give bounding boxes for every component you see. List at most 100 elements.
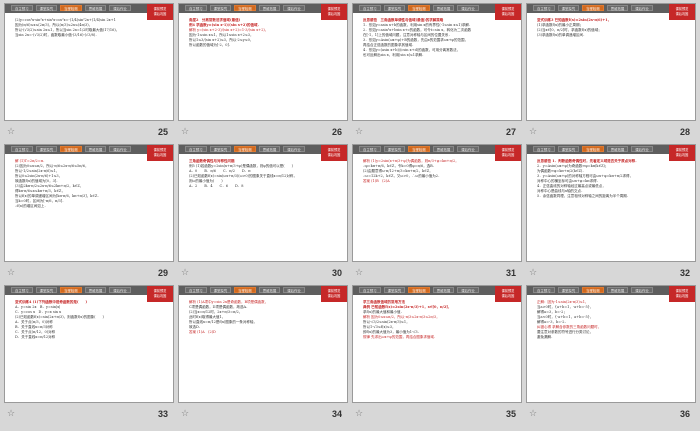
slide-nav-tab[interactable]: 自主预习	[533, 5, 555, 11]
slide-nav-tab[interactable]: 自主预习	[359, 146, 381, 152]
slide-thumbnail[interactable]: 自主预习 课堂探究 当堂检测 思维拓展 课后作业 课前预览 课后巩固 求三角函数值域的常…	[352, 285, 522, 403]
slide-nav-tab[interactable]: 思维拓展	[84, 287, 107, 293]
slide-nav-tab[interactable]: 自主预习	[11, 287, 33, 293]
slide-body: 三角函数奇偶性与对称性问题 例5 (1)若函数y=2sin(x+π/3+φ)是偶函…	[189, 159, 327, 255]
slide-nav-tab[interactable]: 当堂检测	[408, 146, 430, 152]
slide-nav-tab[interactable]: 思维拓展	[432, 146, 455, 152]
slide-nav-tab[interactable]: 自主预习	[185, 146, 207, 152]
slide-thumbnail[interactable]: 自主预习 课堂探究 当堂检测 思维拓展 课后作业 课前预览 课后巩固 解析 (1)y=2…	[352, 144, 522, 262]
slide-thumbnail[interactable]: 自主预习 课堂探究 当堂检测 思维拓展 课后作业 课前预览 课后巩固 三角函数奇偶性与对…	[178, 144, 348, 262]
slide-nav-tab[interactable]: 课堂探究	[383, 5, 406, 11]
slide-nav-tab[interactable]: 课堂探究	[383, 146, 406, 152]
star-icon[interactable]: ☆	[181, 127, 189, 137]
slide-nav-tab[interactable]: 当堂检测	[60, 287, 82, 293]
slide-nav-tab[interactable]: 课堂探究	[35, 146, 58, 152]
slide-thumbnail-cell-31[interactable]: 自主预习 课堂探究 当堂检测 思维拓展 课后作业 课前预览 课后巩固 解析 (1)y=2…	[352, 144, 522, 285]
star-icon[interactable]: ☆	[529, 409, 537, 419]
slide-nav-tab[interactable]: 课后作业	[283, 5, 305, 11]
slide-nav-tab[interactable]: 课后作业	[109, 5, 131, 11]
slide-nav-tab[interactable]: 课后作业	[457, 146, 479, 152]
slide-thumbnail-cell-34[interactable]: 自主预习 课堂探究 当堂检测 思维拓展 课后作业 课前预览 课后巩固 解析 (1)A项中…	[178, 285, 348, 426]
slide-info-strip: ☆ 27	[352, 124, 522, 141]
slide-thumbnail[interactable]: 自主预习 课堂探究 当堂检测 思维拓展 课后作业 课前预览 课后巩固 解 (1)T=2π…	[4, 144, 174, 262]
slide-nav-tab[interactable]: 自主预习	[11, 5, 33, 11]
slide-thumbnail[interactable]: 自主预习 课堂探究 当堂检测 思维拓展 课后作业 课前预览 课后巩固 (2)y=cos²…	[4, 3, 174, 121]
slide-nav-tab[interactable]: 课后作业	[283, 287, 305, 293]
slide-thumbnail[interactable]: 自主预习 课堂探究 当堂检测 思维拓展 课后作业 课前预览 课后巩固 角度2 分离常数法…	[178, 3, 348, 121]
star-icon[interactable]: ☆	[7, 268, 15, 278]
slide-nav-tab[interactable]: 思维拓展	[432, 5, 455, 11]
slide-nav-tab[interactable]: 课后作业	[631, 146, 653, 152]
slide-thumbnail-cell-30[interactable]: 自主预习 课堂探究 当堂检测 思维拓展 课后作业 课前预览 课后巩固 三角函数奇偶性与对…	[178, 144, 348, 285]
slide-nav-tab[interactable]: 课堂探究	[209, 287, 232, 293]
slide-thumbnail-cell-28[interactable]: 自主预习 课堂探究 当堂检测 思维拓展 课后作业 课前预览 课后巩固 变式训练3 已知函…	[526, 3, 696, 144]
slide-nav-tabs: 自主预习 课堂探究 当堂检测 思维拓展 课后作业	[185, 146, 305, 152]
star-icon[interactable]: ☆	[355, 409, 363, 419]
slide-nav-tab[interactable]: 思维拓展	[606, 146, 629, 152]
slide-nav-tab[interactable]: 课后作业	[631, 287, 653, 293]
slide-nav-tab[interactable]: 思维拓展	[84, 146, 107, 152]
slide-nav-tab[interactable]: 思维拓展	[84, 5, 107, 11]
slide-nav-tab[interactable]: 思维拓展	[258, 146, 281, 152]
star-icon[interactable]: ☆	[7, 127, 15, 137]
slide-nav-tab[interactable]: 课堂探究	[383, 287, 406, 293]
star-icon[interactable]: ☆	[529, 127, 537, 137]
slide-nav-tab[interactable]: 课后作业	[457, 287, 479, 293]
slide-nav-tab[interactable]: 课堂探究	[557, 287, 580, 293]
slide-nav-tab[interactable]: 自主预习	[359, 287, 381, 293]
slide-nav-tab[interactable]: 当堂检测	[60, 5, 82, 11]
star-icon[interactable]: ☆	[355, 268, 363, 278]
slide-thumbnail-cell-33[interactable]: 自主预习 课堂探究 当堂检测 思维拓展 课后作业 课前预览 课后巩固 变式训练4 (1)…	[4, 285, 174, 426]
slide-nav-tab[interactable]: 课堂探究	[209, 5, 232, 11]
slide-thumbnail-cell-26[interactable]: 自主预习 课堂探究 当堂检测 思维拓展 课后作业 课前预览 课后巩固 角度2 分离常数法…	[178, 3, 348, 144]
slide-thumbnail-cell-27[interactable]: 自主预习 课堂探究 当堂检测 思维拓展 课后作业 课前预览 课后巩固 反思感悟 三角函数…	[352, 3, 522, 144]
slide-nav-tab[interactable]: 课堂探究	[35, 5, 58, 11]
slide-thumbnail-cell-32[interactable]: 自主预习 课堂探究 当堂检测 思维拓展 课后作业 课前预览 课后巩固 反思感悟 1．判断…	[526, 144, 696, 285]
star-icon[interactable]: ☆	[529, 268, 537, 278]
slide-nav-tab[interactable]: 思维拓展	[606, 5, 629, 11]
slide-nav-tab[interactable]: 课后作业	[283, 146, 305, 152]
slide-nav-tab[interactable]: 自主预习	[359, 5, 381, 11]
star-icon[interactable]: ☆	[355, 127, 363, 137]
slide-nav-tab[interactable]: 当堂检测	[408, 287, 430, 293]
slide-nav-tab[interactable]: 思维拓展	[606, 287, 629, 293]
slide-nav-tab[interactable]: 当堂检测	[582, 146, 604, 152]
slide-nav-tab[interactable]: 课后作业	[109, 146, 131, 152]
slide-thumbnail[interactable]: 自主预习 课堂探究 当堂检测 思维拓展 课后作业 课前预览 课后巩固 反思感悟 三角函数…	[352, 3, 522, 121]
slide-nav-tab[interactable]: 当堂检测	[582, 287, 604, 293]
slide-thumbnail-cell-29[interactable]: 自主预习 课堂探究 当堂检测 思维拓展 课后作业 课前预览 课后巩固 解 (1)T=2π…	[4, 144, 174, 285]
slide-thumbnail-cell-35[interactable]: 自主预习 课堂探究 当堂检测 思维拓展 课后作业 课前预览 课后巩固 求三角函数值域的常…	[352, 285, 522, 426]
slide-nav-tab[interactable]: 课堂探究	[35, 287, 58, 293]
slide-nav-tab[interactable]: 思维拓展	[432, 287, 455, 293]
slide-nav-tab[interactable]: 课堂探究	[557, 5, 580, 11]
star-icon[interactable]: ☆	[7, 409, 15, 419]
slide-info-strip: ☆ 25	[4, 124, 174, 141]
slide-nav-tab[interactable]: 当堂检测	[408, 5, 430, 11]
slide-thumbnail[interactable]: 自主预习 课堂探究 当堂检测 思维拓展 课后作业 课前预览 课后巩固 变式训练4 (1)…	[4, 285, 174, 403]
star-icon[interactable]: ☆	[181, 268, 189, 278]
slide-thumbnail-cell-36[interactable]: 自主预习 课堂探究 当堂检测 思维拓展 课后作业 课前预览 课后巩固 正解：因为-1≤s…	[526, 285, 696, 426]
slide-nav-tab[interactable]: 自主预习	[11, 146, 33, 152]
slide-nav-tab[interactable]: 课后作业	[109, 287, 131, 293]
slide-nav-tab[interactable]: 课后作业	[457, 5, 479, 11]
slide-nav-tab[interactable]: 当堂检测	[234, 146, 256, 152]
slide-nav-tab[interactable]: 课堂探究	[209, 146, 232, 152]
slide-thumbnail[interactable]: 自主预习 课堂探究 当堂检测 思维拓展 课后作业 课前预览 课后巩固 反思感悟 1．判断…	[526, 144, 696, 262]
slide-nav-tab[interactable]: 自主预习	[185, 287, 207, 293]
slide-thumbnail[interactable]: 自主预习 课堂探究 当堂检测 思维拓展 课后作业 课前预览 课后巩固 解析 (1)A项中…	[178, 285, 348, 403]
slide-thumbnail[interactable]: 自主预习 课堂探究 当堂检测 思维拓展 课后作业 课前预览 课后巩固 变式训练3 已知函…	[526, 3, 696, 121]
slide-nav-tab[interactable]: 当堂检测	[582, 5, 604, 11]
slide-nav-tab[interactable]: 自主预习	[185, 5, 207, 11]
slide-nav-tab[interactable]: 自主预习	[533, 287, 555, 293]
slide-nav-tab[interactable]: 自主预习	[533, 146, 555, 152]
slide-thumbnail[interactable]: 自主预习 课堂探究 当堂检测 思维拓展 课后作业 课前预览 课后巩固 正解：因为-1≤s…	[526, 285, 696, 403]
star-icon[interactable]: ☆	[181, 409, 189, 419]
slide-thumbnail-cell-25[interactable]: 自主预习 课堂探究 当堂检测 思维拓展 课后作业 课前预览 课后巩固 (2)y=cos²…	[4, 3, 174, 144]
slide-nav-tab[interactable]: 课后作业	[631, 5, 653, 11]
slide-nav-tab[interactable]: 当堂检测	[234, 5, 256, 11]
slide-nav-tab[interactable]: 思维拓展	[258, 287, 281, 293]
slide-nav-tab[interactable]: 课堂探究	[557, 146, 580, 152]
slide-nav-tab[interactable]: 当堂检测	[60, 146, 82, 152]
slide-nav-tab[interactable]: 当堂检测	[234, 287, 256, 293]
slide-nav-tab[interactable]: 思维拓展	[258, 5, 281, 11]
